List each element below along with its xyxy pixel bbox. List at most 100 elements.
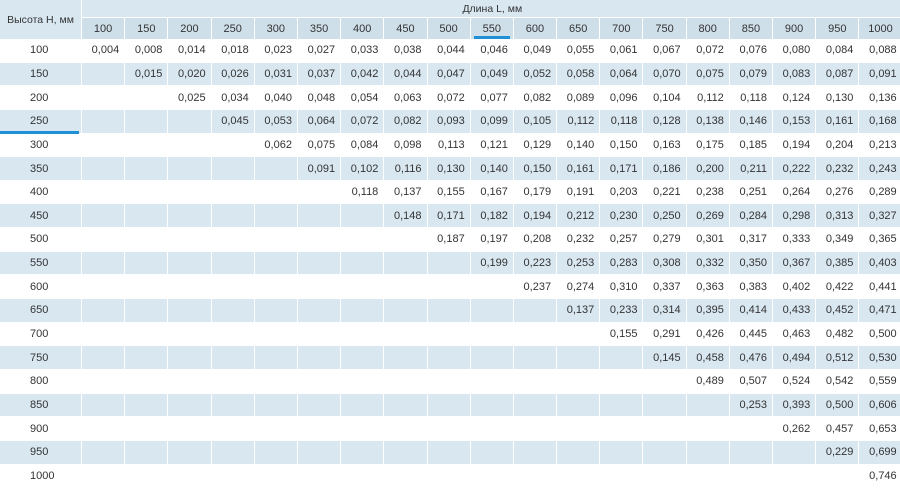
table-cell: 0,146 [729,109,773,134]
table-cell [557,464,601,488]
table-cell [297,417,342,441]
table-cell: 0,020 [168,62,212,87]
table-cell [168,275,212,300]
table-cell [470,440,514,465]
table-cell [82,204,126,229]
table-cell [254,322,298,347]
table-cell: 0,500 [816,393,860,418]
column-header-1000: 1000 [859,18,900,39]
table-cell [384,275,428,300]
table-cell: 0,080 [773,39,817,63]
table-cell [384,251,428,276]
column-header-500: 500 [427,18,471,39]
table-cell [211,251,255,276]
table-cell: 0,118 [341,180,385,205]
table-cell [643,464,687,488]
table-cell [254,440,298,465]
table-cell: 0,004 [82,39,126,63]
table-cell: 0,333 [773,228,817,252]
column-header-550: 550 [470,18,514,39]
row-header-850: 850 [0,393,82,418]
table-cell: 0,038 [384,39,428,63]
table-cell [211,346,255,370]
table-cell: 0,200 [686,157,730,181]
table-cell [513,369,558,394]
table-cell: 0,233 [600,299,644,323]
table-row: 150 0,015 0,020 0,026 0,031 0,037 0,042 0,044 0,… [0,62,900,87]
table-cell: 0,128 [643,109,687,134]
table-cell: 0,089 [557,86,601,110]
table-cell: 0,332 [686,251,730,276]
table-row: 100 0,004 0,008 0,014 0,018 0,023 0,027 0,033 0,… [0,39,900,63]
table-cell [643,369,687,394]
table-cell: 0,042 [341,62,385,87]
table-cell [384,417,428,441]
table-cell [600,464,644,488]
table-cell: 0,053 [254,109,298,134]
table-cell [125,133,169,158]
table-cell [297,322,342,347]
table-header: Высота H, мм Длина L, мм 100 150 200 250 300… [0,0,900,39]
table-cell [82,275,126,300]
table-cell [254,417,298,441]
table-cell [82,157,126,181]
table-cell: 0,232 [557,228,601,252]
table-cell [427,369,471,394]
table-cell: 0,047 [427,62,471,87]
table-cell: 0,049 [513,39,558,63]
table-cell: 0,530 [859,346,900,370]
table-cell: 0,061 [600,39,644,63]
table-cell [168,251,212,276]
table-cell: 0,130 [427,157,471,181]
table-cell: 0,243 [859,157,900,181]
column-header-250: 250 [211,18,255,39]
table-row: 850 0,253 0,393 0,500 0,606 [0,393,900,418]
table-cell: 0,191 [557,180,601,205]
table-cell [254,393,298,418]
table-cell: 0,463 [773,322,817,347]
table-cell: 0,274 [557,275,601,300]
table-cell [125,322,169,347]
table-cell [470,322,514,347]
table-cell: 0,291 [643,322,687,347]
table-cell: 0,253 [729,393,773,418]
table-cell [254,346,298,370]
table-cell: 0,699 [859,440,900,465]
row-header-100: 100 [0,39,82,63]
table-cell [557,417,601,441]
table-cell: 0,175 [686,133,730,158]
table-cell [82,299,126,323]
table-cell [557,369,601,394]
table-cell: 0,018 [211,39,255,63]
table-cell: 0,500 [859,322,900,347]
table-cell: 0,096 [600,86,644,110]
table-cell: 0,045 [211,109,255,134]
row-header-350: 350 [0,157,82,181]
column-header-700: 700 [600,18,644,39]
table-cell [384,322,428,347]
table-cell: 0,112 [557,109,601,134]
table-cell: 0,253 [557,251,601,276]
table-cell: 0,457 [816,417,860,441]
table-cell: 0,113 [427,133,471,158]
table-cell: 0,129 [513,133,558,158]
row-header-250: 250 [0,109,82,134]
table-cell: 0,105 [513,109,558,134]
table-cell [254,228,298,252]
table-cell: 0,150 [600,133,644,158]
table-cell [211,464,255,488]
table-cell [600,346,644,370]
table-cell: 0,140 [470,157,514,181]
table-cell [125,180,169,205]
table-cell [211,204,255,229]
table-cell: 0,402 [773,275,817,300]
table-cell: 0,044 [384,62,428,87]
table-cell: 0,098 [384,133,428,158]
table-cell: 0,138 [686,109,730,134]
table-cell [513,464,558,488]
table-cell: 0,222 [773,157,817,181]
row-header-label: Высота H, мм [0,0,82,39]
table-cell: 0,148 [384,204,428,229]
column-header-750: 750 [643,18,687,39]
table-cell: 0,230 [600,204,644,229]
